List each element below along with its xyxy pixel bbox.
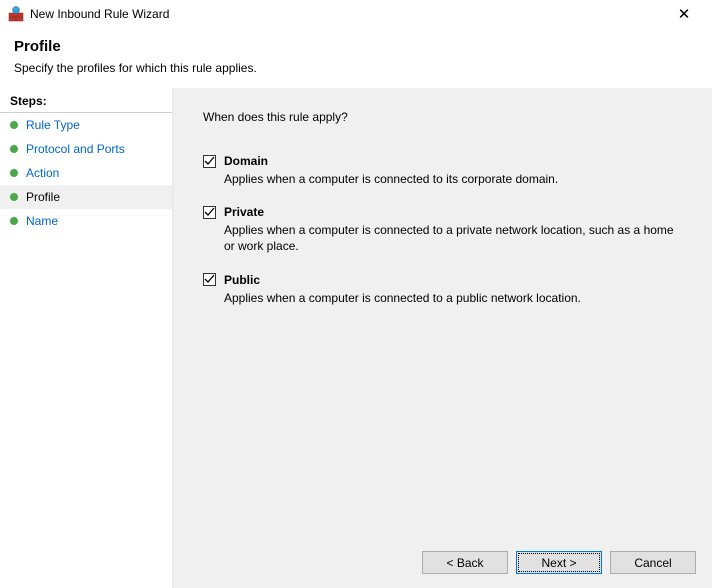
step-bullet-icon (10, 193, 18, 201)
option-label: Domain (224, 154, 268, 168)
question-text: When does this rule apply? (203, 110, 688, 124)
checkmark-icon (204, 207, 215, 218)
checkbox-domain[interactable] (203, 155, 216, 168)
step-bullet-icon (10, 217, 18, 225)
option-label: Public (224, 273, 260, 287)
option-description: Applies when a computer is connected to … (224, 222, 674, 254)
checkbox-public[interactable] (203, 273, 216, 286)
firewall-icon (8, 6, 24, 22)
steps-sidebar: Steps: Rule Type Protocol and Ports Acti… (0, 88, 173, 588)
step-rule-type[interactable]: Rule Type (0, 113, 172, 137)
option-public: Public Applies when a computer is connec… (203, 273, 688, 306)
window-title: New Inbound Rule Wizard (30, 7, 664, 21)
cancel-button[interactable]: Cancel (610, 551, 696, 574)
steps-header: Steps: (0, 88, 172, 113)
page-title: Profile (14, 38, 698, 55)
option-description: Applies when a computer is connected to … (224, 171, 674, 187)
page-subtitle: Specify the profiles for which this rule… (14, 61, 698, 75)
close-button[interactable]: ✕ (664, 5, 704, 23)
option-label: Private (224, 205, 264, 219)
step-bullet-icon (10, 145, 18, 153)
step-action[interactable]: Action (0, 161, 172, 185)
step-bullet-icon (10, 169, 18, 177)
step-bullet-icon (10, 121, 18, 129)
option-private: Private Applies when a computer is conne… (203, 205, 688, 254)
titlebar: New Inbound Rule Wizard ✕ (0, 0, 712, 28)
step-profile[interactable]: Profile (0, 185, 172, 209)
step-label: Protocol and Ports (26, 142, 125, 156)
step-name[interactable]: Name (0, 209, 172, 233)
checkbox-private[interactable] (203, 206, 216, 219)
next-button[interactable]: Next > (516, 551, 602, 574)
checkmark-icon (204, 274, 215, 285)
back-button[interactable]: < Back (422, 551, 508, 574)
main-panel: When does this rule apply? Domain Applie… (173, 88, 712, 588)
step-label: Rule Type (26, 118, 80, 132)
step-label: Name (26, 214, 58, 228)
button-row: < Back Next > Cancel (173, 541, 712, 588)
option-domain: Domain Applies when a computer is connec… (203, 154, 688, 187)
step-label: Action (26, 166, 59, 180)
wizard-header: Profile Specify the profiles for which t… (0, 28, 712, 87)
step-label: Profile (26, 190, 60, 204)
option-description: Applies when a computer is connected to … (224, 290, 674, 306)
step-protocol-and-ports[interactable]: Protocol and Ports (0, 137, 172, 161)
checkmark-icon (204, 156, 215, 167)
